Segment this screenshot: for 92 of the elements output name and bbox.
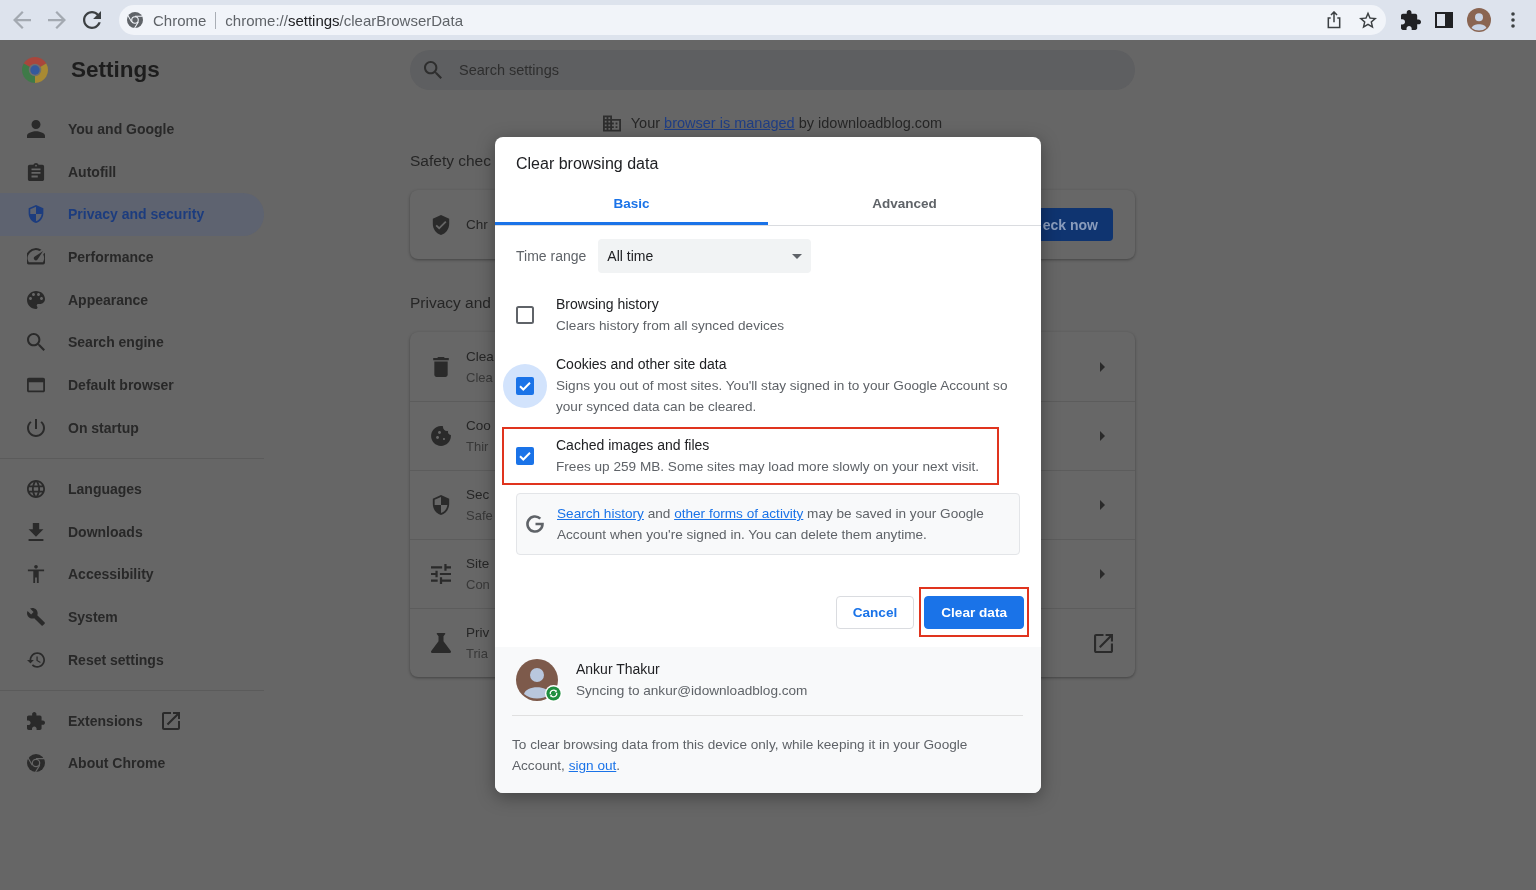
shield-icon	[27, 205, 45, 224]
option-description: Clears history from all synced devices	[556, 317, 785, 335]
section-heading: Privacy and	[410, 293, 491, 313]
browser-logo-icon	[22, 57, 48, 83]
sidebar-item[interactable]: System	[0, 595, 264, 639]
row-title: Sec	[466, 486, 491, 504]
clear-data-button[interactable]: Clear data	[924, 596, 1024, 629]
external-link-icon[interactable]	[1094, 633, 1113, 653]
footer-text: To clear browsing data from this device only, while keeping it in your Google Account, sign out.	[512, 736, 969, 775]
option-title: Cookies and other site data	[556, 355, 728, 374]
text-link[interactable]: browser is managed	[664, 115, 795, 131]
shield-icon	[431, 495, 451, 515]
sidebar-item[interactable]: Downloads	[0, 510, 264, 553]
managed-notice: Your browser is managed by idownloadblog.com	[630, 114, 943, 133]
search-icon	[27, 333, 45, 352]
section-heading: Safety chec	[410, 151, 491, 171]
sidebar-item[interactable]: Autofill	[0, 150, 264, 193]
sidebar-item[interactable]: Performance	[0, 235, 264, 279]
clipboard-icon	[27, 162, 45, 181]
shield-check-icon	[431, 214, 451, 235]
menu-icon[interactable]	[1511, 12, 1515, 28]
palette-icon	[27, 290, 45, 309]
action-button[interactable]: eck now	[1040, 208, 1113, 241]
globe-icon	[27, 479, 45, 498]
trash-icon	[431, 356, 451, 377]
puzzle-icon	[27, 711, 45, 730]
url-text: chrome://settings/clearBrowserData	[225, 11, 463, 29]
wrench-icon	[27, 607, 45, 626]
cancel-button[interactable]: Cancel	[835, 596, 915, 629]
checkbox[interactable]	[516, 447, 534, 465]
sidebar-item[interactable]: Languages	[0, 467, 264, 511]
field-label: Time range	[516, 248, 587, 264]
arrow-right-icon[interactable]	[1100, 361, 1105, 372]
sliders-icon	[431, 564, 451, 584]
arrow-right-icon[interactable]	[1100, 569, 1105, 579]
search-icon	[424, 61, 442, 79]
flask-icon	[431, 633, 451, 653]
building-icon	[602, 114, 621, 132]
tab[interactable]: Basic	[495, 185, 768, 225]
sidebar-item[interactable]: Default browser	[0, 363, 264, 407]
row-title: Chr	[466, 216, 489, 234]
sidebar-item[interactable]: Privacy and security	[0, 192, 264, 236]
account-status: Syncing to ankur@idownloadblog.com	[576, 682, 808, 700]
row-title: Coo	[466, 417, 492, 435]
settings-title: Settings	[71, 57, 160, 83]
site-label: Chrome	[153, 11, 207, 29]
option-description: Frees up 259 MB. Some sites may load more slowly on your next visit.	[556, 458, 980, 476]
text-link[interactable]: Search history	[557, 506, 644, 521]
person-icon	[27, 119, 45, 138]
option-description: Signs you out of most sites. You'll stay signed in to your Google Account so your synced data can be cleared.	[556, 377, 1009, 416]
text-link[interactable]: other forms of activity	[674, 506, 804, 521]
time-range-select[interactable]: All time	[598, 239, 812, 273]
avatar-icon[interactable]	[1467, 8, 1491, 32]
star-icon[interactable]	[1359, 11, 1377, 29]
address-bar[interactable]: Chrome chrome://settings/clearBrowserData	[119, 5, 1386, 35]
arrow-right-icon[interactable]	[1100, 431, 1105, 441]
dialog-title: Clear browsing data	[515, 154, 660, 173]
sidebar-item[interactable]: Extensions	[0, 699, 264, 742]
g-logo-icon	[526, 515, 544, 533]
speedometer-icon	[27, 248, 45, 266]
checkbox[interactable]	[516, 306, 534, 324]
option-title: Browsing history	[556, 295, 660, 314]
row-title: Site	[466, 555, 491, 573]
share-icon[interactable]	[1325, 11, 1343, 29]
row-title: Priv	[466, 624, 491, 642]
accessibility-icon	[27, 565, 45, 584]
sidebar-item[interactable]: About Chrome	[0, 742, 264, 785]
sidebar-item[interactable]: Appearance	[0, 278, 264, 322]
download-icon	[27, 522, 45, 541]
browser-logo-icon	[127, 12, 143, 28]
reload-icon[interactable]	[83, 11, 101, 29]
checkbox[interactable]	[516, 376, 534, 395]
row-title: Clea	[466, 347, 495, 366]
account-name: Ankur Thakur	[576, 660, 661, 679]
caret-icon	[792, 253, 803, 259]
sidebar-item[interactable]: Reset settings	[0, 638, 264, 681]
browser-logo-icon	[27, 754, 45, 773]
sidebar-item[interactable]: On startup	[0, 406, 264, 450]
tab[interactable]: Advanced	[768, 185, 1041, 225]
cookie-icon	[431, 426, 451, 446]
side-panel-icon[interactable]	[1435, 12, 1453, 28]
power-icon	[27, 418, 45, 437]
history-icon	[27, 650, 45, 669]
sidebar-item[interactable]: Accessibility	[0, 552, 264, 596]
option-title: Cached images and files	[556, 436, 711, 455]
arrow-right-icon[interactable]	[1100, 500, 1105, 510]
external-link-icon[interactable]	[161, 711, 180, 730]
sidebar-item[interactable]: You and Google	[0, 107, 264, 151]
puzzle-icon[interactable]	[1401, 10, 1421, 30]
sidebar-item[interactable]: Search engine	[0, 321, 264, 364]
browser-window-icon	[27, 376, 45, 395]
info-text: Search history and other forms of activity may be saved in your Google Account when you're signed in. You can delete them anytime.	[557, 505, 985, 544]
